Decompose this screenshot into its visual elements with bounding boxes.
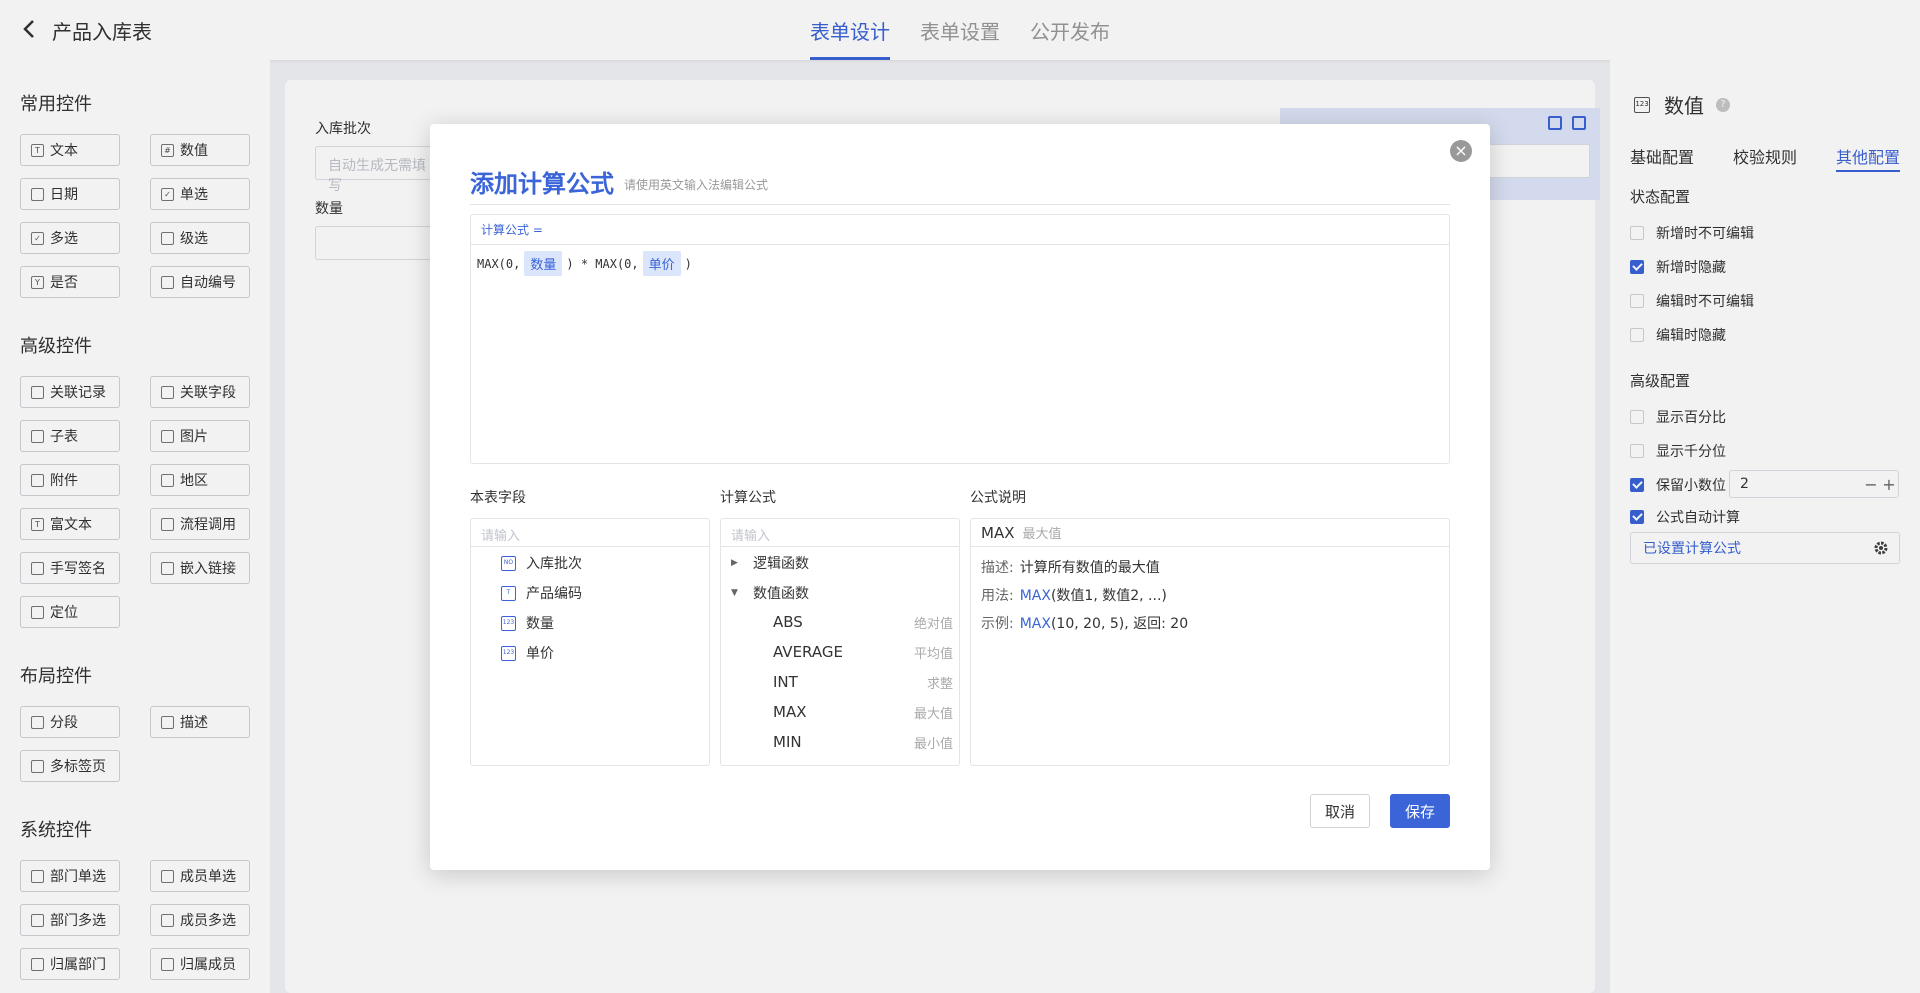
function-item[interactable]: AVERAGE 平均值 (773, 643, 953, 662)
fields-column-label: 本表字段 (470, 490, 526, 506)
dialog-title: 添加计算公式 (470, 170, 614, 198)
cancel-button[interactable]: 取消 (1310, 794, 1370, 828)
fields-search-input[interactable]: 请输入 (471, 519, 709, 547)
dialog-hint: 请使用英文输入法编辑公式 (624, 178, 769, 192)
field-item[interactable]: 123 数量 (501, 613, 554, 633)
description-column-label: 公式说明 (970, 490, 1026, 506)
number-icon: 123 (501, 615, 516, 631)
desc-description: 描述: 计算所有数值的最大值 (981, 560, 1160, 576)
number-icon: 123 (501, 645, 516, 661)
formula-dialog: × 添加计算公式 请使用英文输入法编辑公式 计算公式 = MAX(0, 数量 )… (430, 124, 1490, 870)
field-chip-price[interactable]: 单价 (642, 251, 681, 276)
functions-search-input[interactable]: 请输入 (721, 519, 959, 547)
save-button[interactable]: 保存 (1390, 794, 1450, 828)
caret-right-icon: ▶ (731, 558, 738, 568)
linked-field-icon: T (501, 585, 516, 601)
close-icon[interactable]: × (1450, 140, 1472, 162)
functions-column-label: 计算公式 (720, 490, 776, 506)
formula-editor[interactable]: 计算公式 = MAX(0, 数量 ) * MAX(0, 单价 ) (470, 214, 1450, 464)
fields-list: 请输入 NO 入库批次 T 产品编码 123 数量 123 单价 (470, 518, 710, 766)
autonumber-icon: NO (501, 555, 516, 571)
function-item[interactable]: MAX 最大值 (773, 703, 953, 722)
editor-header: 计算公式 = (471, 215, 1449, 245)
field-item[interactable]: T 产品编码 (501, 583, 582, 603)
functions-list: 请输入 ▶ 逻辑函数 ▼ 数值函数 ABS 绝对值 AVERAGE 平均值 INT 求整 … (720, 518, 960, 766)
caret-down-icon: ▼ (731, 588, 738, 598)
function-description: MAX 最大值 描述: 计算所有数值的最大值 用法: MAX(数值1, 数值2, .… (970, 518, 1450, 766)
function-item[interactable]: ABS 绝对值 (773, 613, 953, 632)
category-numeric[interactable]: ▼ 数值函数 (731, 583, 809, 603)
field-item[interactable]: 123 单价 (501, 643, 554, 663)
desc-example: 示例: MAX(10, 20, 5), 返回: 20 (981, 616, 1189, 632)
function-short-desc: 最大值 (1022, 527, 1062, 542)
function-item[interactable]: INT 求整 (773, 673, 953, 692)
desc-usage: 用法: MAX(数值1, 数值2, ...) (981, 588, 1167, 604)
field-item[interactable]: NO 入库批次 (501, 553, 582, 573)
function-item[interactable]: MIN 最小值 (773, 733, 953, 752)
formula-expression[interactable]: MAX(0, 数量 ) * MAX(0, 单价 ) (471, 245, 1449, 282)
category-logic[interactable]: ▶ 逻辑函数 (731, 553, 809, 573)
function-name: MAX (981, 523, 1015, 542)
field-chip-quantity[interactable]: 数量 (524, 251, 563, 276)
divider (470, 204, 1450, 205)
